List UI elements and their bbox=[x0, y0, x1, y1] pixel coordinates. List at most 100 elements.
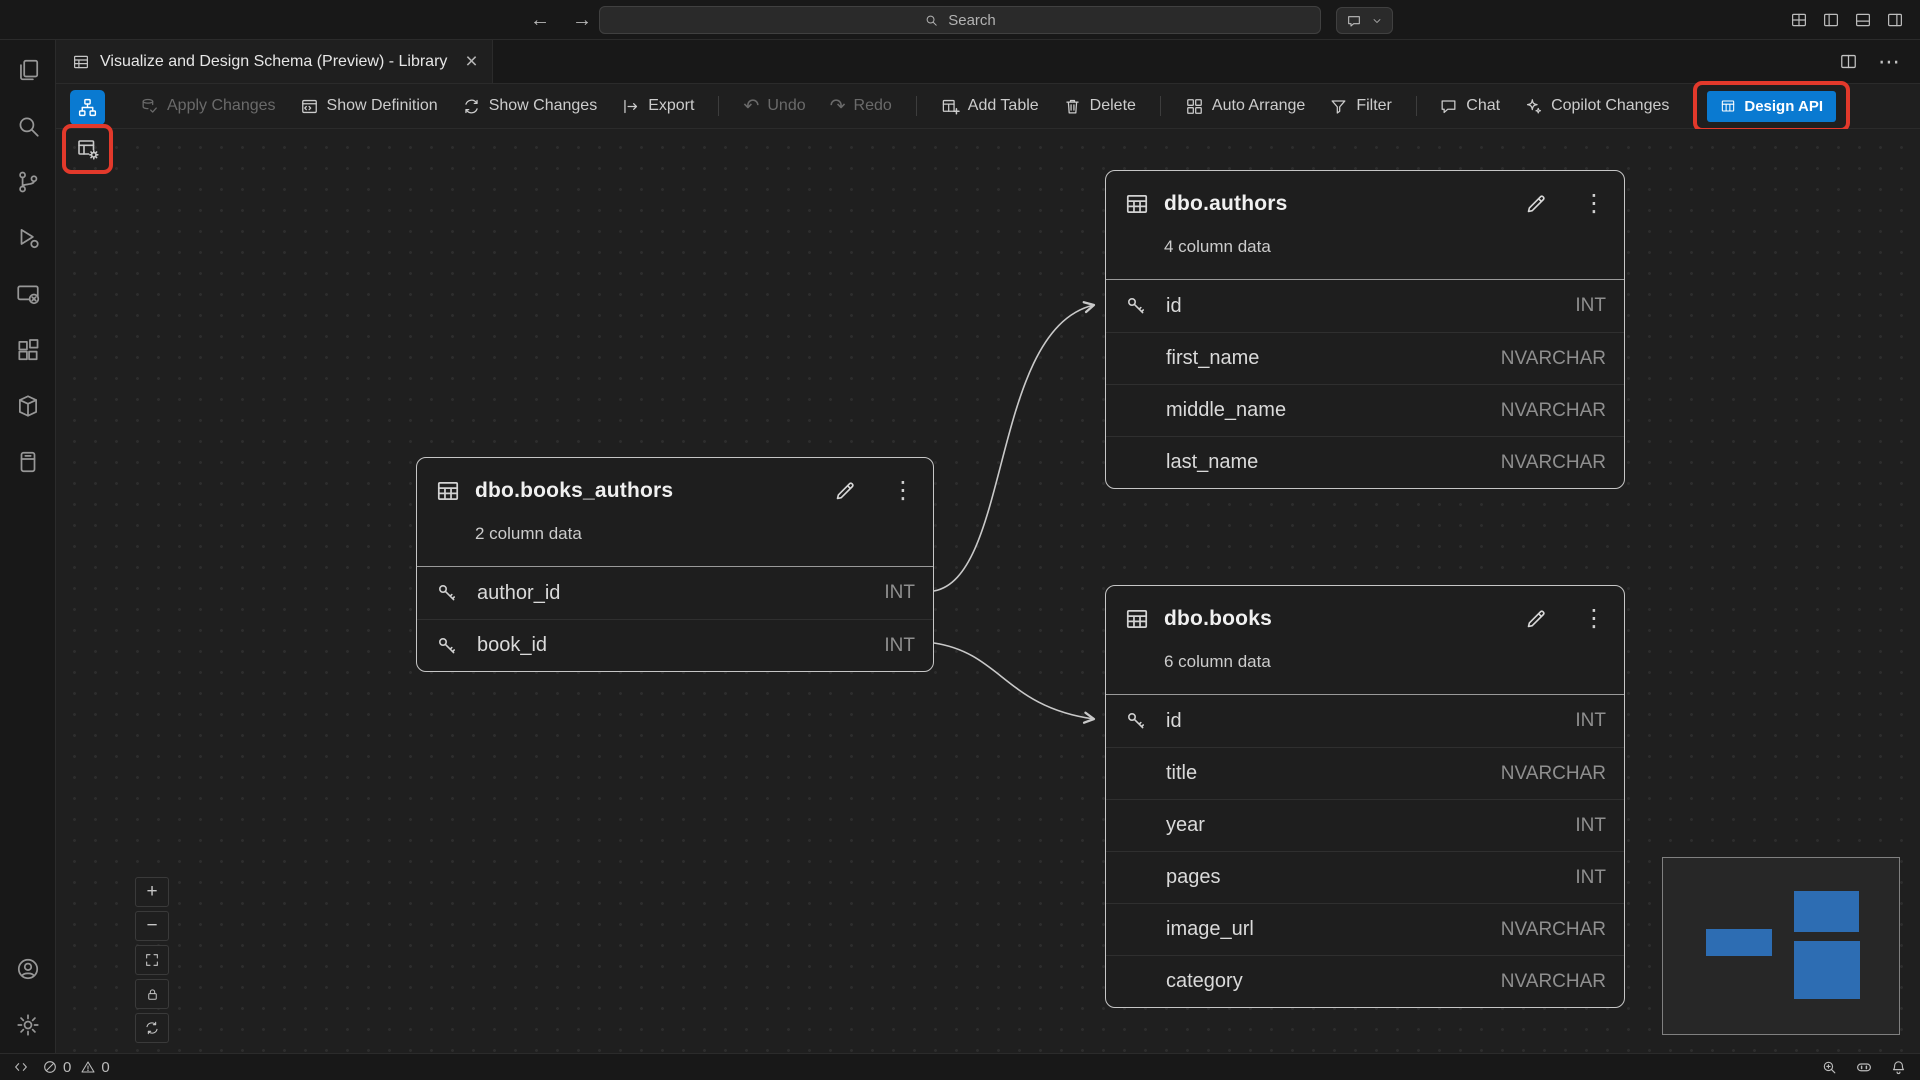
minimap-table-rect bbox=[1706, 929, 1772, 956]
delete-button[interactable]: Delete bbox=[1063, 97, 1136, 116]
redo-button[interactable]: ↷ Redo bbox=[830, 97, 892, 116]
account-icon[interactable] bbox=[6, 947, 50, 991]
copilot-changes-button[interactable]: Copilot Changes bbox=[1524, 97, 1669, 116]
extensions-icon[interactable] bbox=[6, 328, 50, 372]
toolbar-separator bbox=[718, 96, 719, 116]
auto-arrange-icon bbox=[1185, 97, 1204, 116]
toggle-sidebar-icon[interactable] bbox=[1822, 11, 1840, 29]
sync-icon bbox=[144, 1020, 160, 1036]
entity-table-books[interactable]: dbo.books ⋮ 6 column data id INT title N… bbox=[1105, 585, 1625, 1008]
lock-canvas-button[interactable] bbox=[135, 979, 169, 1009]
show-definition-icon bbox=[300, 97, 319, 116]
toggle-panel-icon[interactable] bbox=[1854, 11, 1872, 29]
show-definition-button[interactable]: Show Definition bbox=[300, 97, 438, 116]
canvas-zoom-controls: + − bbox=[135, 877, 169, 1043]
sql-server-icon[interactable] bbox=[6, 384, 50, 428]
remote-indicator[interactable] bbox=[13, 1059, 29, 1075]
database-projects-icon[interactable] bbox=[6, 440, 50, 484]
customize-layout-icon[interactable] bbox=[1790, 11, 1808, 29]
column-row[interactable]: middle_name NVARCHAR bbox=[1106, 384, 1624, 436]
column-row[interactable]: author_id INT bbox=[417, 567, 933, 619]
edit-table-button[interactable] bbox=[833, 479, 857, 503]
auto-arrange-button[interactable]: Auto Arrange bbox=[1185, 97, 1305, 116]
table-title: dbo.books_authors bbox=[475, 479, 673, 503]
more-actions-icon[interactable]: ⋯ bbox=[1878, 49, 1900, 75]
column-row[interactable]: title NVARCHAR bbox=[1106, 747, 1624, 799]
apply-changes-button[interactable]: Apply Changes bbox=[140, 97, 276, 116]
column-type: INT bbox=[1575, 295, 1606, 317]
filter-button[interactable]: Filter bbox=[1329, 97, 1392, 116]
entity-table-books-authors[interactable]: dbo.books_authors ⋮ 2 column data author… bbox=[416, 457, 934, 672]
zoom-indicator-icon[interactable] bbox=[1821, 1059, 1838, 1076]
split-editor-icon[interactable] bbox=[1839, 52, 1858, 71]
column-row[interactable]: first_name NVARCHAR bbox=[1106, 332, 1624, 384]
entity-table-authors[interactable]: dbo.authors ⋮ 4 column data id INT first… bbox=[1105, 170, 1625, 489]
remote-explorer-icon[interactable] bbox=[6, 272, 50, 316]
schema-canvas[interactable]: dbo.books_authors ⋮ 2 column data author… bbox=[56, 129, 1920, 1053]
run-debug-icon[interactable] bbox=[6, 216, 50, 260]
back-button[interactable]: ← bbox=[530, 10, 550, 30]
source-control-icon[interactable] bbox=[6, 160, 50, 204]
toggle-secondary-sidebar-icon[interactable] bbox=[1886, 11, 1904, 29]
column-row[interactable]: image_url NVARCHAR bbox=[1106, 903, 1624, 955]
column-type: NVARCHAR bbox=[1501, 452, 1606, 474]
search-box[interactable]: Search bbox=[599, 6, 1321, 34]
column-type: NVARCHAR bbox=[1501, 348, 1606, 370]
chat-button[interactable]: Chat bbox=[1439, 97, 1500, 116]
tab-schema-designer[interactable]: Visualize and Design Schema (Preview) - … bbox=[56, 40, 493, 83]
zoom-out-button[interactable]: − bbox=[135, 911, 169, 941]
problems-indicator[interactable]: 0 0 bbox=[42, 1059, 110, 1076]
search-sidebar-icon[interactable] bbox=[6, 104, 50, 148]
table-menu-button[interactable]: ⋮ bbox=[891, 479, 915, 503]
column-name: year bbox=[1166, 814, 1205, 837]
primary-key-icon bbox=[435, 581, 477, 605]
toolbar-separator bbox=[1160, 96, 1161, 116]
forward-button[interactable]: → bbox=[572, 10, 592, 30]
edit-table-button[interactable] bbox=[1524, 607, 1548, 631]
fit-view-icon bbox=[144, 952, 160, 968]
notifications-bell-icon[interactable] bbox=[1890, 1059, 1907, 1076]
reset-layout-button[interactable] bbox=[135, 1013, 169, 1043]
zoom-in-button[interactable]: + bbox=[135, 877, 169, 907]
column-row[interactable]: book_id INT bbox=[417, 619, 933, 671]
table-title: dbo.authors bbox=[1164, 192, 1288, 216]
column-name: category bbox=[1166, 970, 1243, 993]
column-row[interactable]: last_name NVARCHAR bbox=[1106, 436, 1624, 488]
column-row[interactable]: category NVARCHAR bbox=[1106, 955, 1624, 1007]
tab-close-icon[interactable]: × bbox=[465, 51, 477, 72]
column-name: pages bbox=[1166, 866, 1221, 889]
column-row[interactable]: year INT bbox=[1106, 799, 1624, 851]
copilot-status-icon[interactable] bbox=[1855, 1058, 1873, 1076]
explorer-icon[interactable] bbox=[6, 48, 50, 92]
column-name: id bbox=[1166, 710, 1182, 733]
minimap[interactable] bbox=[1662, 857, 1900, 1035]
column-type: NVARCHAR bbox=[1501, 919, 1606, 941]
edit-table-button[interactable] bbox=[1524, 192, 1548, 216]
column-row[interactable]: id INT bbox=[1106, 695, 1624, 747]
fit-view-button[interactable] bbox=[135, 945, 169, 975]
table-definition-view-button[interactable] bbox=[71, 132, 105, 166]
table-menu-button[interactable]: ⋮ bbox=[1582, 607, 1606, 631]
chevron-down-icon bbox=[1371, 15, 1383, 27]
errors-icon bbox=[42, 1059, 58, 1075]
show-changes-icon bbox=[462, 97, 481, 116]
schema-designer-view-button[interactable] bbox=[70, 90, 105, 125]
table-title: dbo.books bbox=[1164, 607, 1272, 631]
design-api-button[interactable]: Design API bbox=[1707, 91, 1836, 122]
undo-button[interactable]: ↶ Undo bbox=[743, 97, 805, 116]
column-row[interactable]: id INT bbox=[1106, 280, 1624, 332]
add-table-button[interactable]: Add Table bbox=[941, 97, 1039, 116]
apply-changes-icon bbox=[140, 97, 159, 116]
show-changes-button[interactable]: Show Changes bbox=[462, 97, 598, 116]
layout-controls bbox=[1790, 0, 1904, 40]
copilot-titlebar-menu[interactable] bbox=[1336, 7, 1393, 34]
table-gear-icon bbox=[76, 137, 100, 161]
table-menu-button[interactable]: ⋮ bbox=[1582, 192, 1606, 216]
column-row[interactable]: pages INT bbox=[1106, 851, 1624, 903]
column-type: INT bbox=[884, 635, 915, 657]
export-button[interactable]: Export bbox=[621, 97, 694, 116]
column-name: middle_name bbox=[1166, 399, 1286, 422]
settings-gear-icon[interactable] bbox=[6, 1003, 50, 1047]
chat-icon bbox=[1439, 97, 1458, 116]
warnings-icon bbox=[80, 1059, 96, 1075]
